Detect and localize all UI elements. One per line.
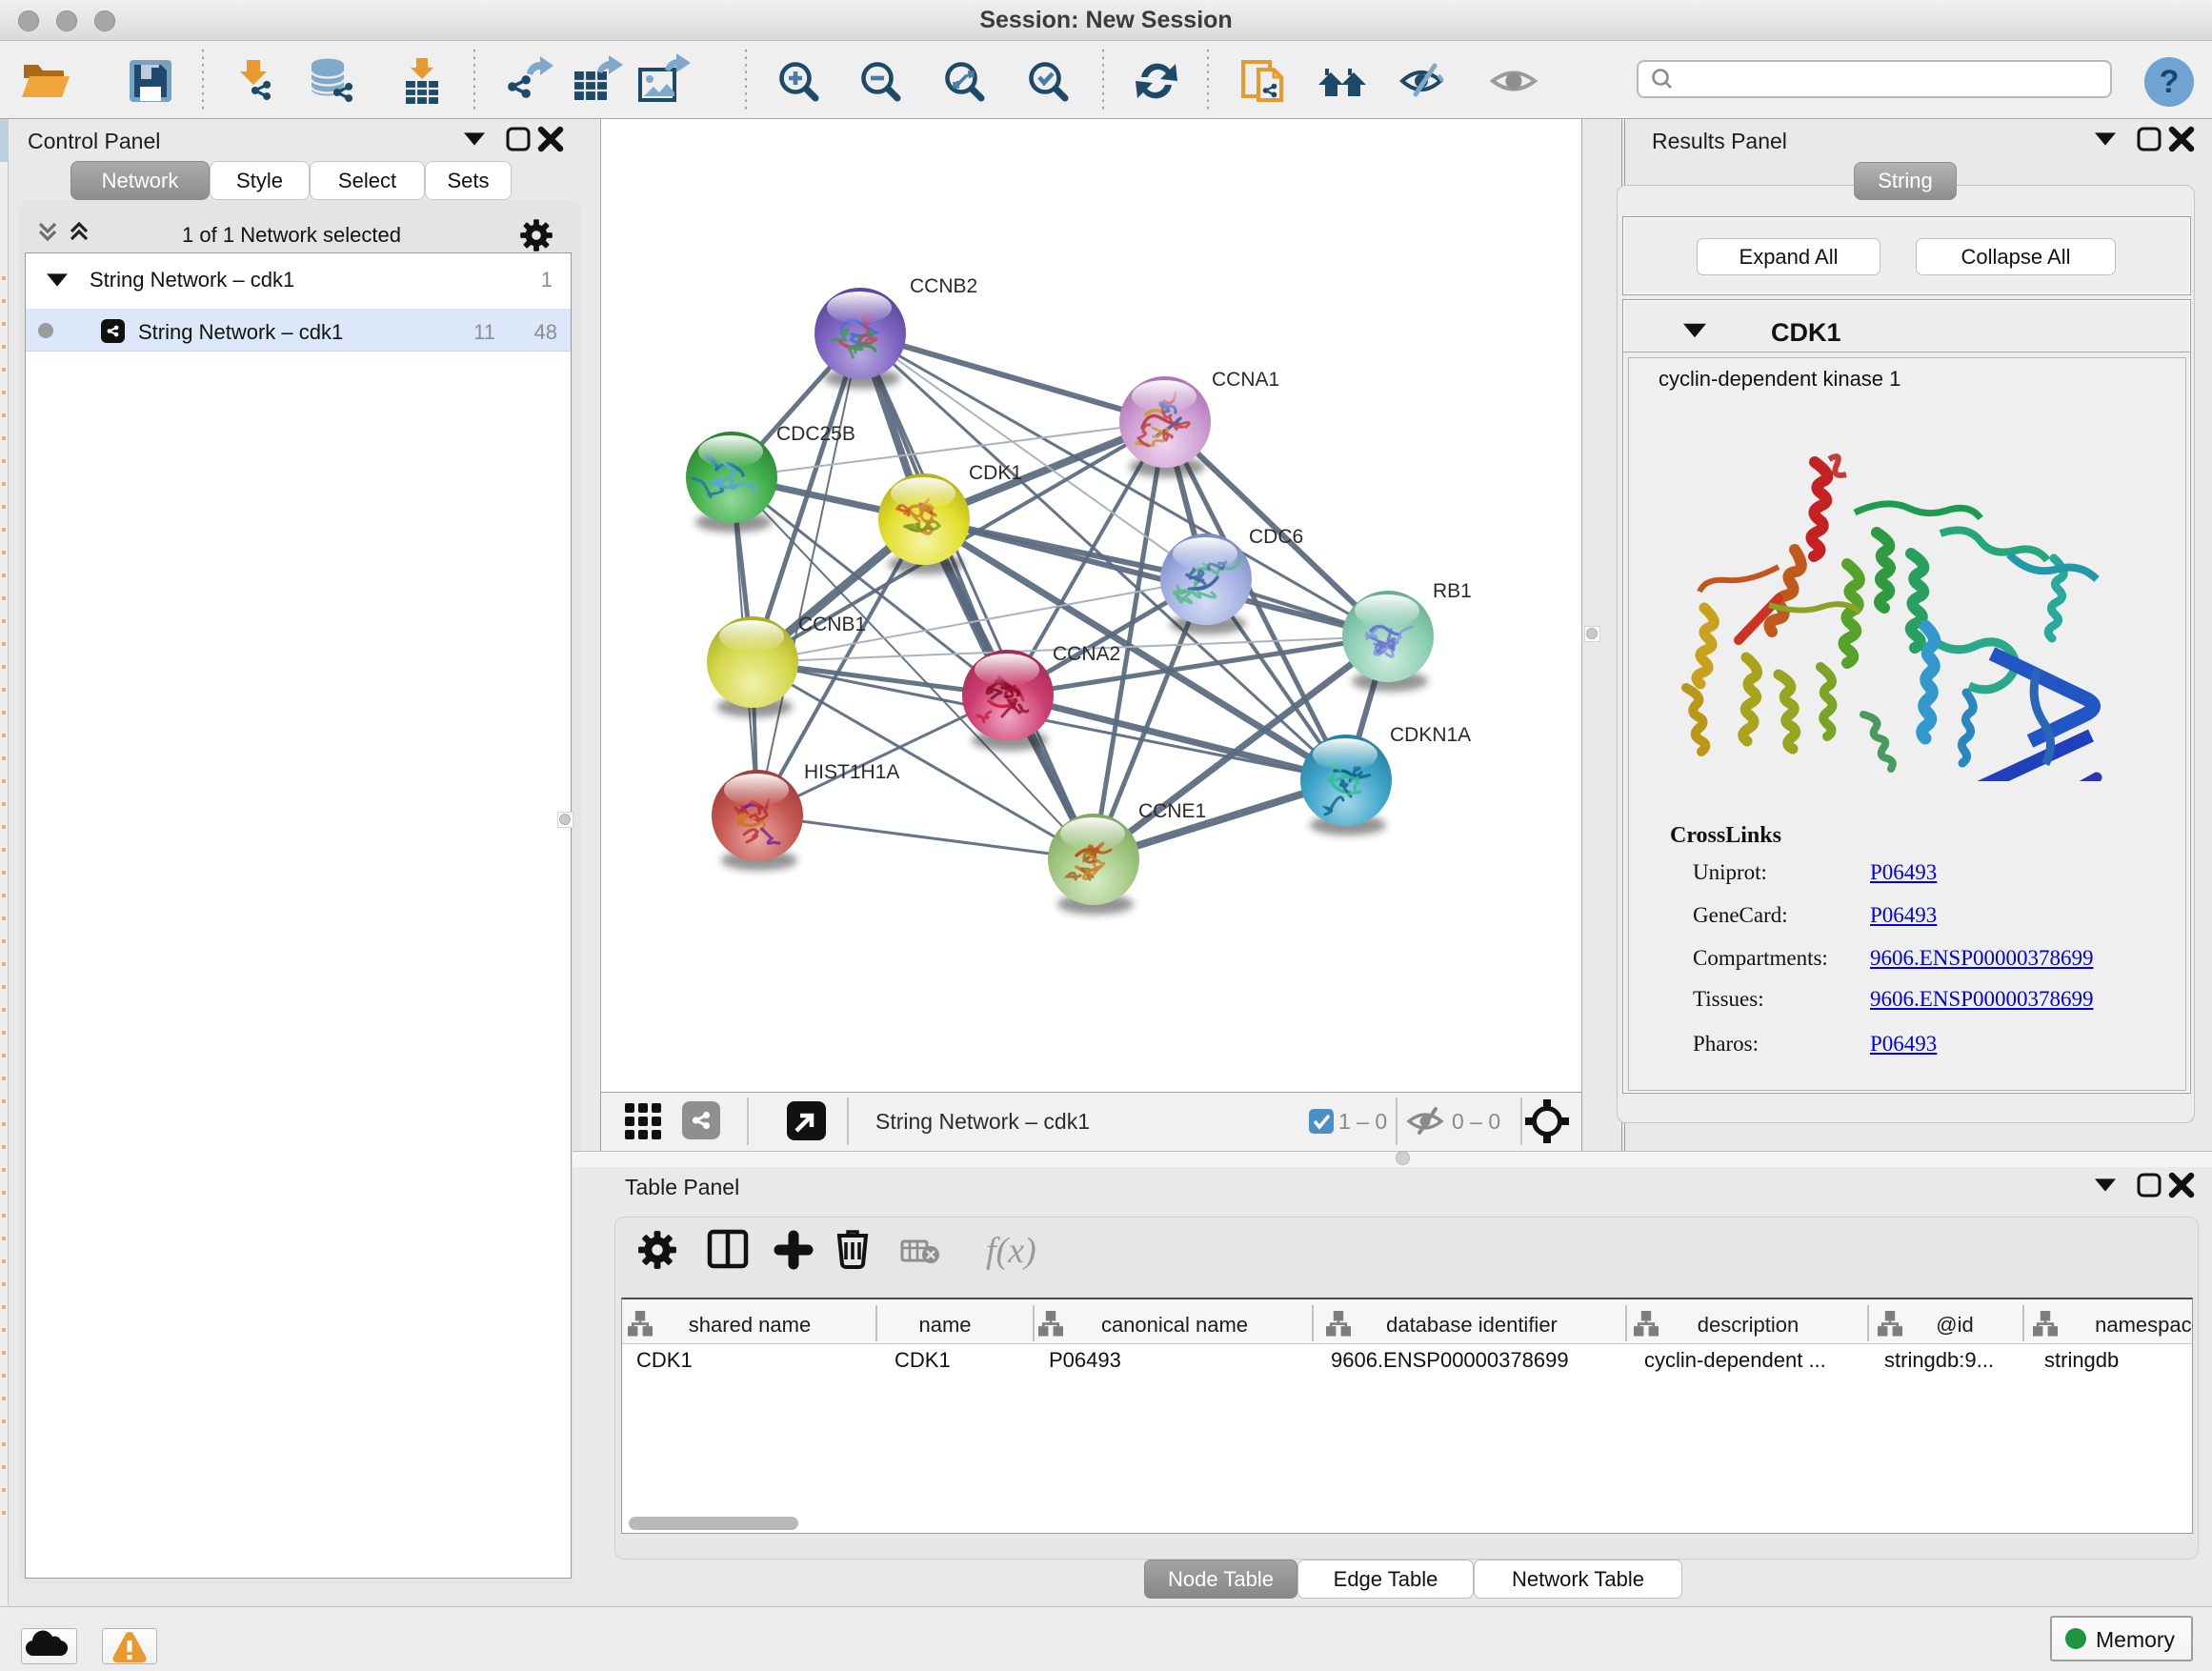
svg-text:shared name: shared name: [689, 1313, 811, 1337]
svg-text:CCNA1: CCNA1: [1212, 369, 1279, 391]
svg-text:database identifier: database identifier: [1386, 1313, 1558, 1337]
svg-text:RB1: RB1: [1433, 580, 1472, 602]
svg-text:String Network – cdk1: String Network – cdk1: [875, 1109, 1090, 1134]
svg-text:CCNA2: CCNA2: [1053, 643, 1120, 665]
svg-text:name: name: [918, 1313, 971, 1337]
svg-text:?: ?: [2160, 64, 2180, 100]
svg-text:namespace: namespace: [2095, 1313, 2193, 1337]
svg-text:f(x): f(x): [986, 1231, 1036, 1271]
svg-text:1 – 0: 1 – 0: [1338, 1109, 1387, 1134]
svg-text:0 – 0: 0 – 0: [1452, 1109, 1500, 1134]
svg-text:CCNE1: CCNE1: [1138, 800, 1206, 822]
svg-text:CDK1: CDK1: [969, 462, 1022, 484]
svg-text:CDC6: CDC6: [1249, 526, 1303, 548]
svg-text:CDKN1A: CDKN1A: [1390, 724, 1471, 746]
svg-text:@id: @id: [1936, 1313, 1973, 1337]
svg-text:canonical name: canonical name: [1101, 1313, 1248, 1337]
svg-text:CDC25B: CDC25B: [776, 423, 855, 445]
svg-text:CCNB1: CCNB1: [798, 614, 866, 635]
svg-text:HIST1H1A: HIST1H1A: [804, 761, 899, 783]
svg-text:description: description: [1698, 1313, 1799, 1337]
svg-text:CCNB2: CCNB2: [910, 275, 977, 297]
